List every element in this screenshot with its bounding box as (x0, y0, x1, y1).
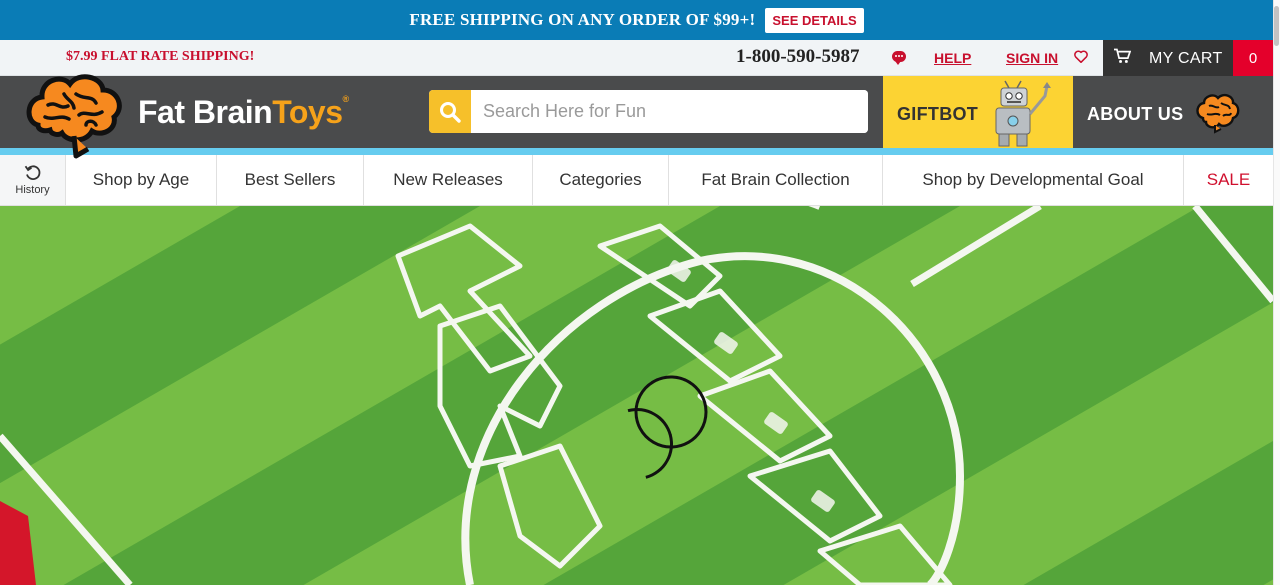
about-us-label: ABOUT US (1087, 104, 1184, 124)
page-scrollbar[interactable] (1273, 0, 1280, 585)
giftbot-button[interactable]: GIFTBOT (883, 76, 1073, 148)
search-input[interactable] (471, 90, 868, 133)
hero-banner[interactable] (0, 206, 1273, 585)
nav-best-sellers[interactable]: Best Sellers (217, 155, 364, 205)
search-button[interactable] (429, 90, 471, 133)
history-button[interactable]: History (0, 155, 66, 205)
nav-shop-by-developmental-goal[interactable]: Shop by Developmental Goal (883, 155, 1184, 205)
nav-sale[interactable]: SALE (1184, 155, 1273, 205)
nav-fat-brain-collection[interactable]: Fat Brain Collection (669, 155, 883, 205)
brain-icon (1196, 93, 1240, 134)
header-accent-stripe (0, 148, 1273, 155)
brain-logo-icon[interactable] (24, 70, 134, 160)
nav-new-releases[interactable]: New Releases (364, 155, 533, 205)
main-nav: History Shop by Age Best Sellers New Rel… (0, 155, 1273, 206)
chat-icon[interactable] (892, 51, 906, 65)
scrollbar-thumb[interactable] (1274, 6, 1279, 46)
brand-wordmark[interactable]: Fat BrainToys® (138, 94, 349, 131)
search-bar (429, 90, 868, 133)
promo-bar: FREE SHIPPING ON ANY ORDER OF $99+! SEE … (0, 0, 1273, 40)
promo-text: FREE SHIPPING ON ANY ORDER OF $99+! (409, 10, 756, 29)
flat-rate-shipping-text: $7.99 FLAT RATE SHIPPING! (66, 49, 255, 64)
cart-count-badge[interactable]: 0 (1233, 40, 1273, 76)
my-cart-button[interactable]: MY CART (1103, 40, 1233, 76)
nav-shop-by-age[interactable]: Shop by Age (66, 155, 217, 205)
sign-in-link[interactable]: SIGN IN (1006, 50, 1058, 66)
history-icon (24, 165, 40, 180)
help-link[interactable]: HELP (934, 50, 971, 66)
cart-label: MY CART (1149, 50, 1223, 67)
see-details-button[interactable]: SEE DETAILS (765, 7, 864, 33)
utility-bar: $7.99 FLAT RATE SHIPPING! 1-800-590-5987… (0, 40, 1273, 76)
about-us-button[interactable]: ABOUT US (1073, 76, 1273, 148)
robot-icon (995, 80, 1051, 147)
giftbot-label: GIFTBOT (897, 104, 979, 124)
search-icon (440, 101, 461, 123)
history-label: History (15, 184, 50, 196)
phone-number[interactable]: 1-800-590-5987 (736, 46, 859, 68)
registered-mark: ® (342, 94, 350, 104)
heart-icon[interactable] (1074, 50, 1088, 67)
nav-categories[interactable]: Categories (533, 155, 669, 205)
site-header: Fat BrainToys® GIFTBOT ABOUT US (0, 76, 1273, 148)
brand-toys: Toys (272, 94, 343, 130)
brand-fat-brain: Fat Brain (138, 94, 273, 130)
hero-image (0, 206, 1273, 585)
cart-icon (1113, 48, 1132, 69)
